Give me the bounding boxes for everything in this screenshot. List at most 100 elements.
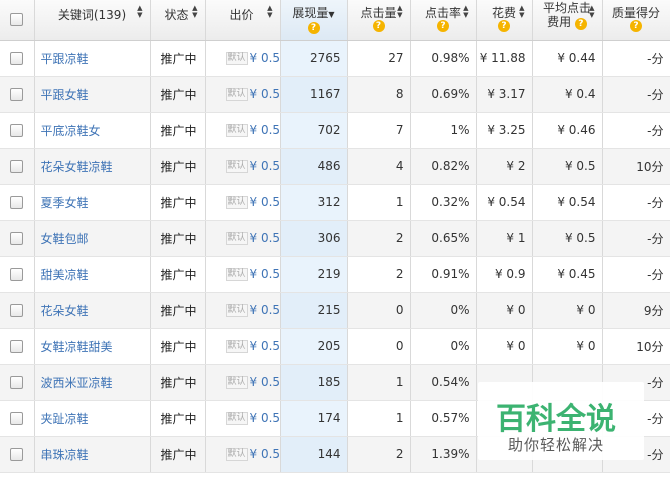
- header-bid[interactable]: 出价 ▲ ▼: [205, 0, 281, 41]
- bid-cell[interactable]: 默认 ¥ 0.5: [205, 40, 281, 77]
- row-checkbox[interactable]: [10, 52, 24, 65]
- bid-cell[interactable]: 默认 ¥ 0.5: [205, 112, 281, 149]
- bid-value[interactable]: ¥ 0.5: [250, 51, 279, 65]
- cost-value: ¥ 1: [476, 220, 533, 257]
- ctr-value: 0.91%: [410, 256, 477, 293]
- row-select-cell[interactable]: [0, 328, 35, 365]
- bid-value[interactable]: ¥ 0.5: [250, 447, 279, 461]
- row-select-cell[interactable]: [0, 76, 35, 113]
- default-bid-tag: 默认: [225, 124, 248, 137]
- bid-value[interactable]: ¥ 0.5: [250, 267, 279, 281]
- bid-cell[interactable]: 默认 ¥ 0.5: [205, 400, 281, 437]
- default-bid-tag: 默认: [225, 160, 248, 173]
- sort-toggle-icon[interactable]: ▲ ▼: [192, 5, 197, 19]
- select-all-checkbox[interactable]: [10, 13, 24, 26]
- bid-value[interactable]: ¥ 0.5: [250, 339, 279, 353]
- keyword-link[interactable]: 女鞋凉鞋甜美: [34, 328, 151, 365]
- row-select-cell[interactable]: [0, 292, 35, 329]
- help-icon[interactable]: ?: [307, 22, 320, 34]
- row-checkbox[interactable]: [10, 304, 24, 317]
- help-icon[interactable]: ?: [498, 20, 510, 32]
- row-checkbox[interactable]: [10, 232, 24, 245]
- bid-value[interactable]: ¥ 0.5: [250, 195, 279, 209]
- header-keyword[interactable]: 关键词(139) ▲ ▼: [34, 0, 151, 41]
- row-select-cell[interactable]: [0, 184, 35, 221]
- bid-value[interactable]: ¥ 0.5: [250, 123, 279, 137]
- sort-desc-icon[interactable]: ▼: [328, 10, 334, 19]
- keyword-link[interactable]: 甜美凉鞋: [34, 256, 151, 293]
- header-avg-cpc[interactable]: 平均点击 费用 ? ▲ ▼: [532, 0, 603, 41]
- bid-value[interactable]: ¥ 0.5: [250, 231, 279, 245]
- bid-cell[interactable]: 默认 ¥ 0.5: [205, 292, 281, 329]
- keyword-link[interactable]: 夏季女鞋: [34, 184, 151, 221]
- bid-value[interactable]: ¥ 0.5: [250, 303, 279, 317]
- bid-cell[interactable]: 默认 ¥ 0.5: [205, 220, 281, 257]
- row-select-cell[interactable]: [0, 220, 35, 257]
- row-checkbox[interactable]: [10, 412, 24, 425]
- row-checkbox[interactable]: [10, 376, 24, 389]
- keyword-link[interactable]: 女鞋包邮: [34, 220, 151, 257]
- keyword-link[interactable]: 波西米亚凉鞋: [34, 364, 151, 401]
- row-checkbox[interactable]: [10, 340, 24, 353]
- sort-toggle-icon[interactable]: ▲ ▼: [397, 5, 402, 19]
- sort-toggle-icon[interactable]: ▲ ▼: [137, 5, 142, 19]
- default-bid-tag: 默认: [225, 304, 248, 317]
- row-select-cell[interactable]: [0, 400, 35, 437]
- header-impressions[interactable]: 展现量▼ ?: [280, 0, 348, 41]
- row-select-cell[interactable]: [0, 436, 35, 473]
- keyword-link[interactable]: 平跟凉鞋: [34, 40, 151, 77]
- default-bid-tag: 默认: [225, 52, 248, 65]
- row-checkbox[interactable]: [10, 268, 24, 281]
- bid-cell[interactable]: 默认 ¥ 0.5: [205, 328, 281, 365]
- sort-toggle-icon[interactable]: ▲ ▼: [519, 5, 524, 19]
- keyword-link[interactable]: 花朵女鞋: [34, 292, 151, 329]
- keyword-link[interactable]: 串珠凉鞋: [34, 436, 151, 473]
- ctr-value: 0.32%: [410, 184, 477, 221]
- sort-toggle-icon[interactable]: ▲ ▼: [463, 5, 468, 19]
- row-checkbox[interactable]: [10, 448, 24, 461]
- header-quality-score[interactable]: 质量得分 ?: [602, 0, 670, 41]
- row-checkbox[interactable]: [10, 124, 24, 137]
- row-select-cell[interactable]: [0, 40, 35, 77]
- bid-cell[interactable]: 默认 ¥ 0.5: [205, 364, 281, 401]
- sort-toggle-icon[interactable]: ▲ ▼: [589, 5, 594, 19]
- row-select-cell[interactable]: [0, 148, 35, 185]
- header-ctr[interactable]: 点击率 ? ▲ ▼: [410, 0, 477, 41]
- help-icon[interactable]: ?: [630, 20, 642, 32]
- header-cost[interactable]: 花费 ? ▲ ▼: [476, 0, 533, 41]
- bid-value[interactable]: ¥ 0.5: [250, 375, 279, 389]
- sort-toggle-icon[interactable]: ▲ ▼: [267, 5, 272, 19]
- bid-cell[interactable]: 默认 ¥ 0.5: [205, 184, 281, 221]
- cost-value: ¥ 2: [476, 148, 533, 185]
- row-checkbox[interactable]: [10, 88, 24, 101]
- header-clicks[interactable]: 点击量 ? ▲ ▼: [347, 0, 411, 41]
- clicks-value: 2: [347, 436, 411, 473]
- row-select-cell[interactable]: [0, 112, 35, 149]
- row-select-cell[interactable]: [0, 364, 35, 401]
- bid-cell[interactable]: 默认 ¥ 0.5: [205, 256, 281, 293]
- row-select-cell[interactable]: [0, 256, 35, 293]
- bid-cell[interactable]: 默认 ¥ 0.5: [205, 148, 281, 185]
- header-status[interactable]: 状态 ▲ ▼: [150, 0, 206, 41]
- bid-value[interactable]: ¥ 0.5: [250, 411, 279, 425]
- row-checkbox[interactable]: [10, 160, 24, 173]
- ctr-value: 0.69%: [410, 76, 477, 113]
- select-all-header[interactable]: [0, 0, 35, 41]
- default-bid-tag: 默认: [225, 340, 248, 353]
- keyword-link[interactable]: 平底凉鞋女: [34, 112, 151, 149]
- bid-cell[interactable]: 默认 ¥ 0.5: [205, 436, 281, 473]
- bid-value[interactable]: ¥ 0.5: [250, 159, 279, 173]
- header-quality-score-label: 质量得分: [611, 6, 660, 20]
- cost-value: ¥ 0.9: [476, 256, 533, 293]
- bid-value[interactable]: ¥ 0.5: [250, 87, 279, 101]
- keyword-link[interactable]: 花朵女鞋凉鞋: [34, 148, 151, 185]
- keyword-link[interactable]: 平跟女鞋: [34, 76, 151, 113]
- help-icon[interactable]: ?: [437, 20, 449, 32]
- help-icon[interactable]: ?: [372, 20, 385, 32]
- bid-cell[interactable]: 默认 ¥ 0.5: [205, 76, 281, 113]
- clicks-value: 2: [347, 220, 411, 257]
- header-avg-cpc-line2: 费用: [547, 15, 572, 29]
- help-icon[interactable]: ?: [574, 18, 587, 30]
- keyword-link[interactable]: 夹趾凉鞋: [34, 400, 151, 437]
- row-checkbox[interactable]: [10, 196, 24, 209]
